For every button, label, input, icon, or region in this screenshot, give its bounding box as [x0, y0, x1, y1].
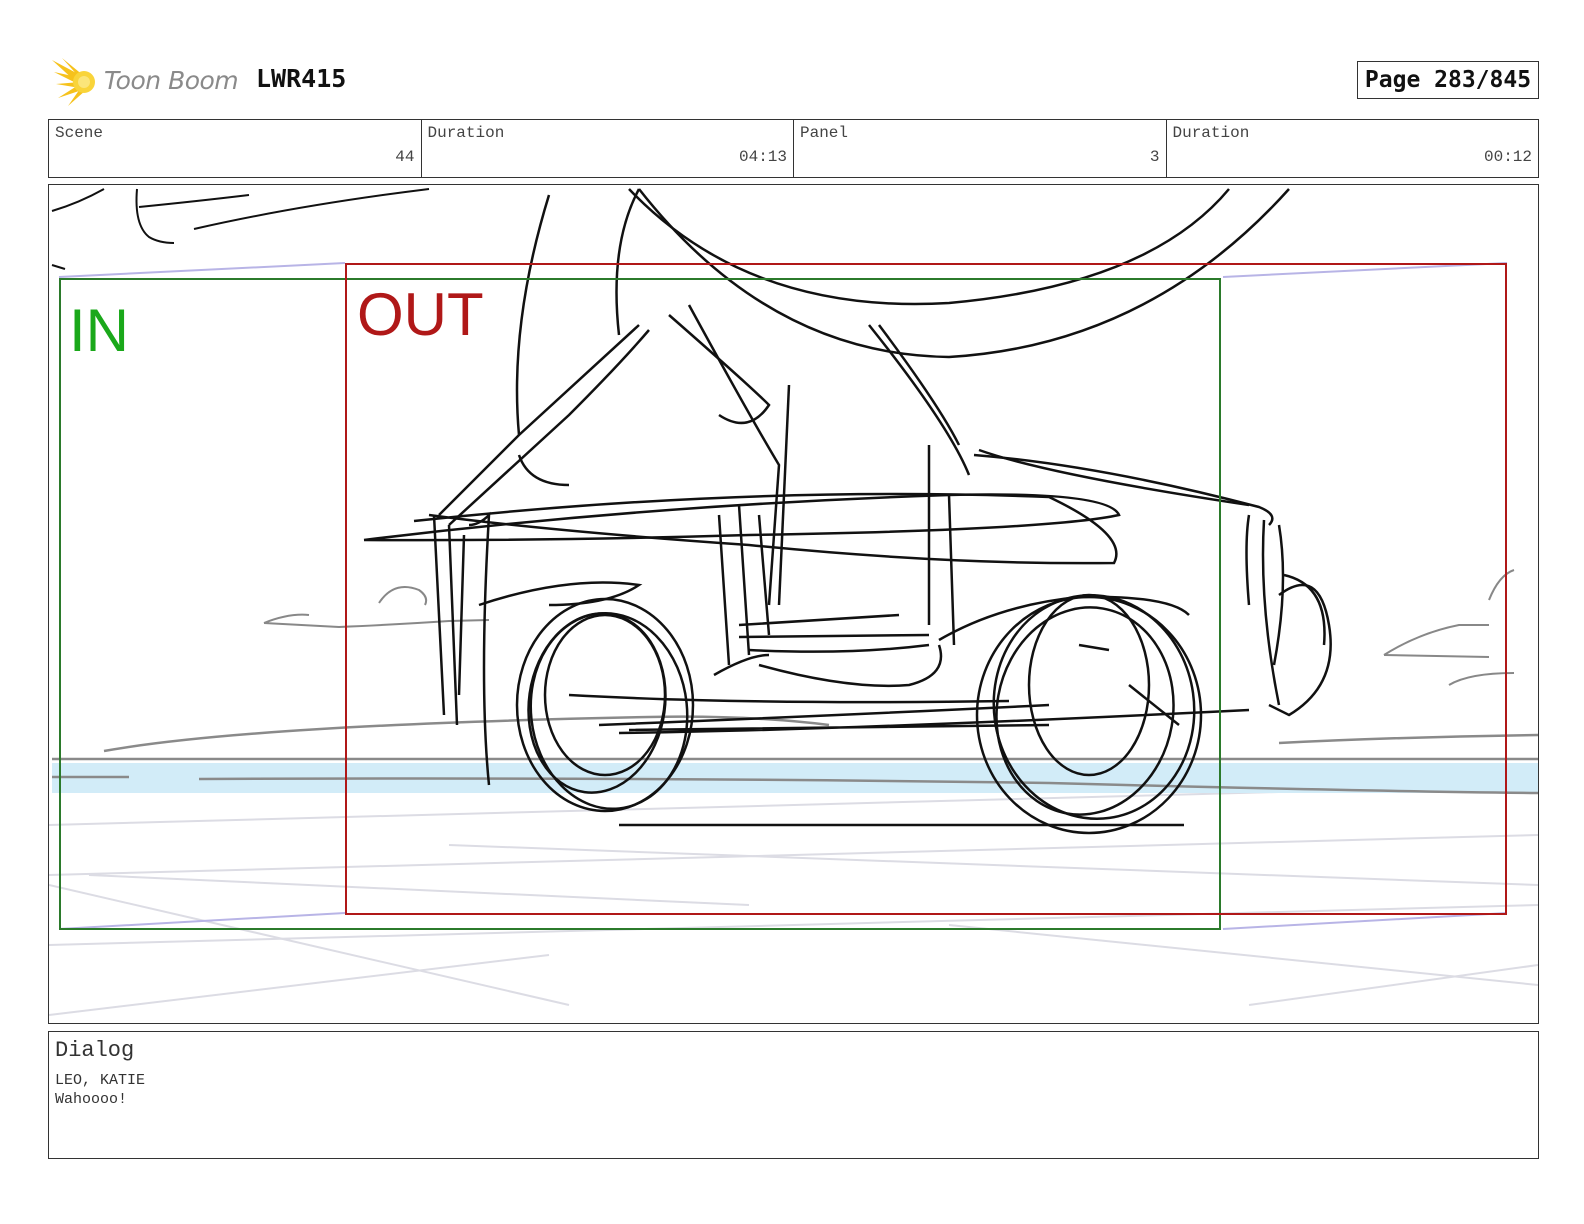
in-frame-box	[59, 278, 1221, 930]
panel-cell: Panel 3	[794, 120, 1167, 177]
in-label: IN	[69, 297, 129, 364]
panel-duration-value: 00:12	[1483, 148, 1532, 166]
foliage-sketch	[51, 188, 430, 270]
scene-duration-value: 04:13	[738, 148, 787, 166]
out-label: OUT	[357, 281, 484, 348]
page-number: Page 283/845	[1357, 61, 1539, 99]
out-frame-box	[345, 263, 1507, 915]
scene-value: 44	[395, 148, 415, 166]
panel-info-row: Scene 44 Duration 04:13 Panel 3 Duration…	[48, 119, 1539, 178]
logo-text: Toon Boom	[104, 66, 239, 95]
car-sketch	[363, 188, 1332, 827]
wheel-sketches	[515, 593, 1203, 835]
scene-label: Scene	[55, 124, 104, 142]
storyboard-frame: IN OUT	[48, 184, 1539, 1024]
dialog-speaker: LEO, KATIE	[55, 1072, 146, 1089]
panel-duration-label: Duration	[1172, 124, 1250, 142]
camera-move-arrows	[58, 262, 1508, 930]
project-title: LWR415	[256, 64, 347, 93]
panel-duration-cell: Duration 00:12	[1167, 120, 1539, 177]
ground-lines	[49, 784, 1538, 1016]
arc-sketch	[628, 188, 1290, 359]
scene-duration-cell: Duration 04:13	[422, 120, 794, 177]
toon-boom-logo: Toon Boom	[52, 56, 252, 108]
panel-label: Panel	[800, 124, 849, 142]
dialog-title: Dialog	[55, 1038, 135, 1063]
scene-duration-label: Duration	[427, 124, 505, 142]
dialog-box: Dialog LEO, KATIE Wahoooo!	[48, 1031, 1539, 1159]
scene-cell: Scene 44	[49, 120, 422, 177]
starburst-icon	[52, 58, 95, 106]
panel-value: 3	[1149, 148, 1160, 166]
dialog-line: Wahoooo!	[55, 1091, 128, 1108]
sketch-canvas: IN OUT	[49, 188, 1538, 1016]
